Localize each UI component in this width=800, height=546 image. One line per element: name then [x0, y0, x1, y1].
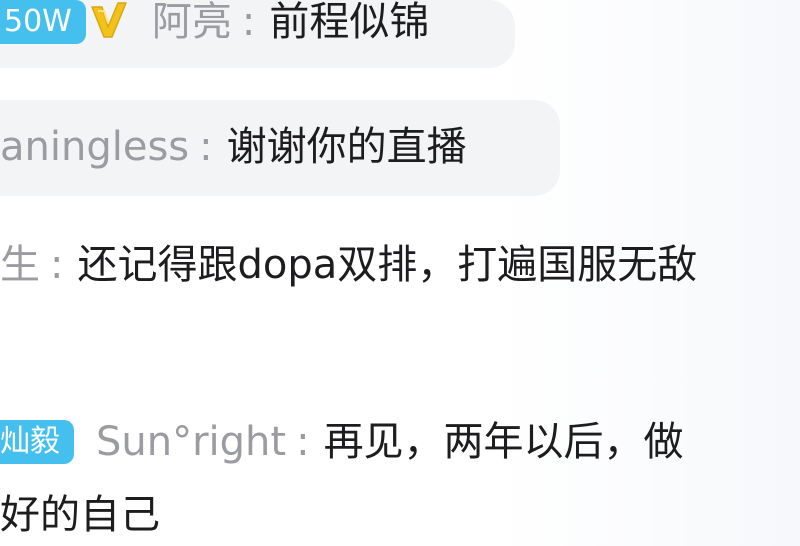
level-badge: 50W	[0, 0, 86, 44]
chat-comment: 50W 阿亮: 前程似锦	[0, 0, 429, 50]
comment-message-continued: 好的自己	[0, 492, 160, 538]
comment-separator: :	[199, 124, 213, 170]
chat-comment: aningless: 谢谢你的直播	[0, 119, 467, 175]
comment-separator: :	[296, 419, 310, 465]
comment-username[interactable]: 生	[0, 242, 40, 288]
comment-message: 前程似锦	[269, 0, 430, 45]
chat-comment: 灿毅 Sun°right: 再见，两年以后，做	[0, 414, 684, 470]
comment-message: 再见，两年以后，做	[323, 419, 684, 465]
comment-separator: :	[50, 242, 64, 288]
comment-username[interactable]: 阿亮	[152, 0, 232, 45]
comment-message: 谢谢你的直播	[226, 124, 467, 170]
comment-username[interactable]: aningless	[0, 124, 189, 170]
live-chat-comment-list: 50W 阿亮: 前程似锦 aningless: 谢谢你的直播 生: 还记得跟dopa双排…	[0, 0, 800, 546]
comment-username[interactable]: Sun°right	[96, 419, 286, 465]
fan-club-badge: 灿毅	[0, 420, 74, 464]
comment-message: 还记得跟dopa双排，打遍国服无敌	[77, 242, 698, 288]
vip-v-icon	[90, 0, 128, 40]
comment-separator: :	[241, 0, 256, 45]
chat-comment: 生: 还记得跟dopa双排，打遍国服无敌	[0, 237, 697, 293]
chat-comment-continuation: 好的自己	[0, 487, 160, 543]
